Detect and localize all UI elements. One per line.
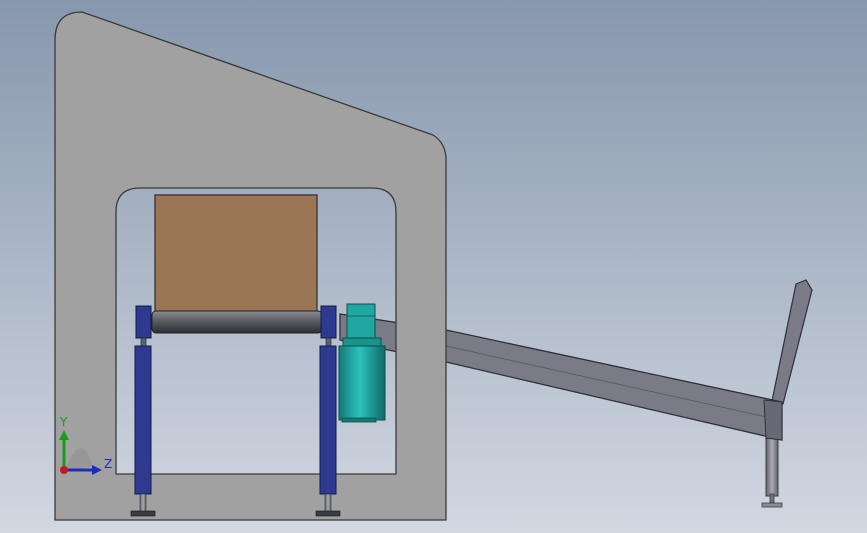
y-axis-label: Y — [59, 415, 68, 429]
z-axis-label: Z — [104, 457, 112, 471]
model-view[interactable]: Y Z — [0, 0, 867, 533]
belt-roller[interactable] — [151, 310, 323, 334]
feed-hopper[interactable] — [154, 194, 318, 314]
x-axis-origin — [60, 466, 68, 474]
graphics-viewport[interactable]: Y Z — [0, 0, 867, 533]
